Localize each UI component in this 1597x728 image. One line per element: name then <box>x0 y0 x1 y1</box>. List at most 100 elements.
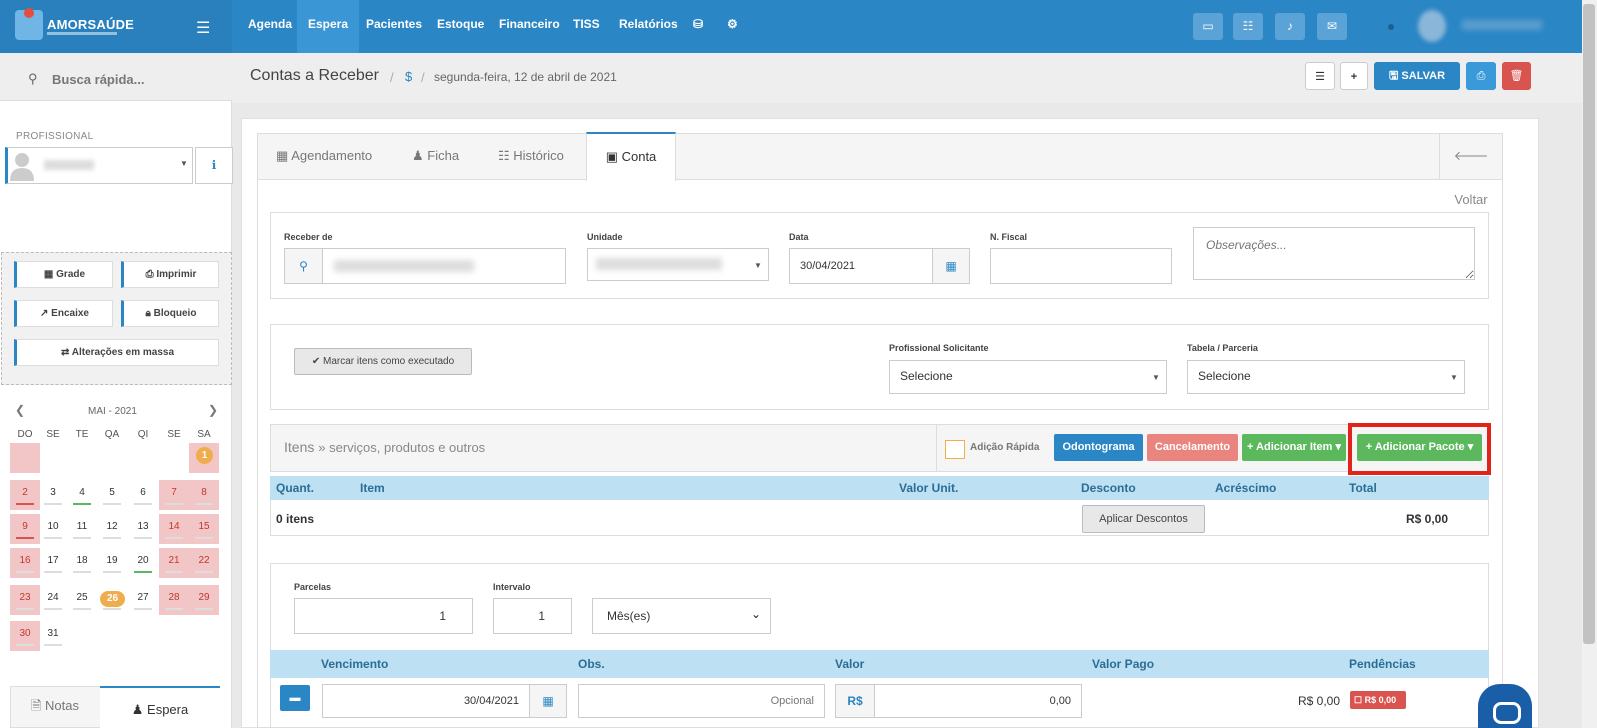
vencimento-input[interactable]: 30/04/2021 <box>322 684 530 718</box>
calendar-day[interactable]: 7 <box>159 480 189 510</box>
search-icon[interactable]: ⚲ <box>284 248 323 284</box>
calendar-day[interactable]: 8 <box>189 480 219 510</box>
calendar-day[interactable]: 6 <box>128 480 158 510</box>
calendar-day-indicator <box>73 571 91 573</box>
chevron-down-icon[interactable]: ▼ <box>180 159 188 168</box>
calendar-prev-icon[interactable]: ❮ <box>15 403 25 417</box>
calendar-day[interactable]: 11 <box>67 514 97 544</box>
calendar-day[interactable]: 3 <box>38 480 68 510</box>
data-input[interactable]: 30/04/2021 <box>789 248 933 284</box>
chat-icon[interactable]: ✉ <box>1317 13 1347 40</box>
inbox-icon[interactable]: ▭ <box>1193 13 1223 40</box>
hamburger-menu-icon[interactable]: ☰ <box>196 18 210 38</box>
delete-button[interactable]: 🗑︎ <box>1502 62 1531 90</box>
calendar-day[interactable]: 24 <box>38 585 68 615</box>
save-button[interactable]: 🖫︎ SALVAR <box>1374 62 1460 90</box>
calendar-day[interactable]: 5 <box>97 480 127 510</box>
installment-details-button[interactable]: ▬ <box>280 685 310 711</box>
tab-espera[interactable]: ♟ Espera <box>100 686 220 728</box>
gear-icon[interactable]: ⚙ <box>716 0 749 53</box>
calendar-day[interactable]: 22 <box>189 548 219 578</box>
calendar-day[interactable]: 12 <box>97 514 127 544</box>
grade-button[interactable]: ▦ Grade <box>14 261 113 288</box>
calendar-day[interactable]: 30 <box>10 621 40 651</box>
back-button[interactable]: 🡐 Voltar <box>1439 134 1502 207</box>
database-icon[interactable]: ⛁ <box>682 0 714 53</box>
marcar-label: Marcar itens como executado <box>323 356 455 367</box>
nav-relatorios[interactable]: Relatórios <box>608 0 689 53</box>
calendar-day[interactable]: 19 <box>97 548 127 578</box>
tab-notas[interactable]: 🗎 Notas <box>10 686 100 728</box>
nav-pacientes[interactable]: Pacientes <box>355 0 433 53</box>
bloqueio-button[interactable]: 🔒︎ Bloqueio <box>121 300 219 327</box>
calendar-day[interactable]: 23 <box>10 585 40 615</box>
prof-solicitante-select[interactable]: Selecione <box>889 360 1167 394</box>
obs-input[interactable] <box>578 684 825 718</box>
calendar-day[interactable]: 27 <box>128 585 158 615</box>
calendar-day[interactable]: 14 <box>159 514 189 544</box>
calendar-day[interactable]: 15 <box>189 514 219 544</box>
tab-historico[interactable]: ☷ Histórico <box>494 134 568 180</box>
tabela-select[interactable]: Selecione <box>1187 360 1465 394</box>
calendar-icon[interactable]: ▦ <box>529 684 567 718</box>
tab-ficha[interactable]: ♟ Ficha <box>408 134 463 180</box>
quick-search-placeholder[interactable]: Busca rápida... <box>52 72 144 87</box>
calendar-day[interactable]: 29 <box>189 585 219 615</box>
support-chat-icon[interactable] <box>1478 684 1532 728</box>
adicionar-item-button[interactable]: + Adicionar Item ▾ <box>1242 434 1346 461</box>
imprimir-button[interactable]: ⎙ Imprimir <box>121 261 219 288</box>
calendar-weekday: QI <box>137 429 149 440</box>
nfiscal-input[interactable] <box>990 248 1172 284</box>
print-button[interactable]: ⎙ <box>1466 62 1496 90</box>
calendar-day[interactable]: 21 <box>159 548 189 578</box>
observacoes-textarea[interactable] <box>1193 227 1475 280</box>
calendar-day[interactable]: 25 <box>67 585 97 615</box>
calendar-day[interactable]: 31 <box>38 621 68 651</box>
user-name[interactable] <box>1462 20 1542 30</box>
calendar-day[interactable]: 2 <box>10 480 40 510</box>
nav-financeiro[interactable]: Financeiro <box>488 0 571 53</box>
alteracoes-em-massa-button[interactable]: ⇄ Alterações em massa <box>14 339 219 366</box>
calendar-day[interactable]: 26 <box>97 585 127 615</box>
calendar-day-indicator <box>44 503 62 505</box>
pendencia-badge[interactable]: ☐ R$ 0,00 <box>1350 691 1406 709</box>
calendar-day[interactable]: 1 <box>189 443 219 473</box>
nav-espera[interactable]: Espera <box>297 0 360 53</box>
calendar-day[interactable]: 13 <box>128 514 158 544</box>
aplicar-descontos-button[interactable]: Aplicar Descontos <box>1082 505 1205 533</box>
valor-input[interactable]: 0,00 <box>874 684 1082 718</box>
encaixe-button[interactable]: ↗ Encaixe <box>14 300 113 327</box>
marcar-executado-button[interactable]: ✔ Marcar itens como executado <box>294 348 472 375</box>
nav-agenda[interactable]: Agenda <box>237 0 303 53</box>
new-button[interactable]: + <box>1340 62 1368 90</box>
calendar-day-indicator <box>103 503 121 505</box>
tab-agendamento-label: Agendamento <box>291 148 373 163</box>
nav-tiss[interactable]: TISS <box>562 0 611 53</box>
calendar-day[interactable]: 28 <box>159 585 189 615</box>
professional-label: PROFISSIONAL <box>16 131 94 142</box>
info-button[interactable]: ℹ <box>195 147 233 184</box>
calendar-day[interactable]: 20 <box>128 548 158 578</box>
calendar-day[interactable]: 10 <box>38 514 68 544</box>
list-view-button[interactable]: ☰ <box>1305 62 1335 90</box>
calendar-day[interactable]: 4 <box>67 480 97 510</box>
calendar-next-icon[interactable]: ❯ <box>208 403 218 417</box>
calendar-day[interactable]: 18 <box>67 548 97 578</box>
tab-agendamento[interactable]: ▦ Agendamento <box>272 134 376 180</box>
intervalo-input[interactable]: 1 <box>493 598 572 634</box>
adicao-rapida-checkbox[interactable] <box>945 440 965 459</box>
tab-conta[interactable]: ▣ Conta <box>586 132 676 181</box>
calendar-icon[interactable]: ▦ <box>932 248 970 284</box>
parcelas-input[interactable]: 1 <box>294 598 473 634</box>
calendar-day[interactable]: 16 <box>10 548 40 578</box>
periodo-select[interactable]: Mês(es) <box>592 598 771 634</box>
scrollbar-thumb[interactable] <box>1583 4 1595 644</box>
nav-estoque[interactable]: Estoque <box>426 0 495 53</box>
cancelamento-button[interactable]: Cancelamento <box>1147 434 1238 461</box>
user-avatar[interactable] <box>1418 10 1446 42</box>
odontograma-button[interactable]: Odontograma <box>1054 434 1143 461</box>
bell-icon[interactable]: ♪ <box>1275 13 1305 40</box>
list-icon[interactable]: ☷ <box>1233 13 1263 40</box>
calendar-day[interactable]: 9 <box>10 514 40 544</box>
calendar-day[interactable]: 17 <box>38 548 68 578</box>
